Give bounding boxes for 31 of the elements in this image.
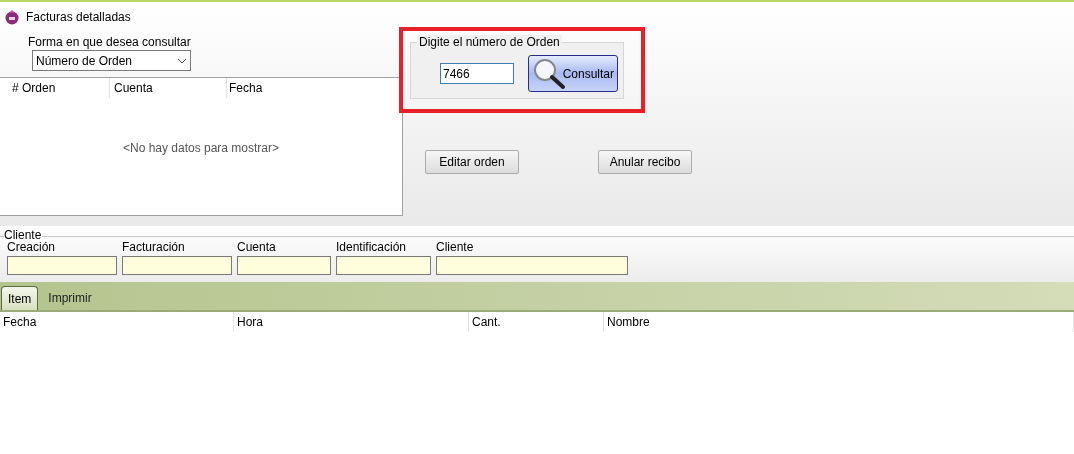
text-field[interactable] [7, 256, 117, 275]
chevron-icon [177, 57, 187, 64]
text-field[interactable] [336, 256, 431, 275]
tab[interactable]: Imprimir [41, 286, 99, 310]
column-header[interactable]: Hora [234, 312, 469, 332]
query-mode-select[interactable]: Número de Orden [32, 50, 191, 71]
app-icon [4, 9, 20, 25]
column-header[interactable]: Cant. [469, 312, 604, 332]
column-header[interactable]: Nombre [604, 312, 1074, 332]
action-button[interactable]: Anular recibo [598, 150, 692, 174]
tab[interactable]: Item [1, 286, 39, 310]
section-label: Cliente [4, 228, 43, 242]
column-header[interactable]: Fecha [227, 78, 402, 98]
column-header[interactable]: Fecha [0, 312, 234, 332]
text-field[interactable] [237, 256, 331, 275]
empty-message: <No hay datos para mostrar> [122, 139, 280, 157]
query-mode-label: Forma en que desea consultar [28, 35, 192, 49]
field-label: Facturación [122, 241, 186, 254]
text-field[interactable] [122, 256, 232, 275]
order-number-field[interactable]: 7466 [440, 63, 514, 84]
column-header[interactable]: Cuenta [110, 78, 227, 98]
search-button[interactable]: Consultar [528, 55, 618, 92]
field-label: Cuenta [237, 241, 277, 254]
column-header[interactable]: # Orden [0, 78, 110, 98]
field-label: Cliente [436, 241, 475, 254]
text-field[interactable] [436, 256, 628, 275]
group-label: Digite el número de Orden [417, 35, 562, 49]
action-button[interactable]: Editar orden [425, 150, 519, 174]
field-label: Identificación [336, 241, 408, 254]
field-label: Creación [7, 241, 57, 254]
window-title: Facturas detalladas [26, 9, 131, 26]
